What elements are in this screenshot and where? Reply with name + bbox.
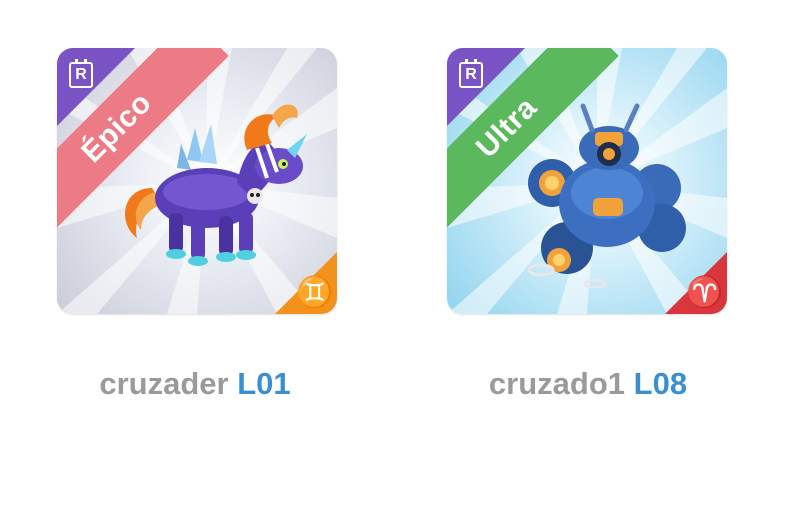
monster-collection: Épico R ♊ cruzader L01 Ultra R ♈ cruzado… [0,0,800,521]
rarity-r-icon: R [69,59,93,88]
rarity-r-icon: R [459,59,483,88]
monster-caption-cruzader: cruzader L01 [45,366,345,402]
gemini-icon: ♊ [296,275,334,309]
monster-card-cruzado1[interactable]: Ultra R ♈ [447,48,727,314]
monster-card-cruzader[interactable]: Épico R ♊ [57,48,337,314]
rarity-corner [447,48,525,126]
monster-level: L08 [633,366,688,401]
aries-icon: ♈ [686,275,724,309]
monster-caption-cruzado1: cruzado1 L08 [438,366,738,402]
rarity-corner [57,48,135,126]
monster-name: cruzado1 [488,366,626,401]
monster-level: L01 [237,366,291,401]
monster-name: cruzader [99,366,229,401]
